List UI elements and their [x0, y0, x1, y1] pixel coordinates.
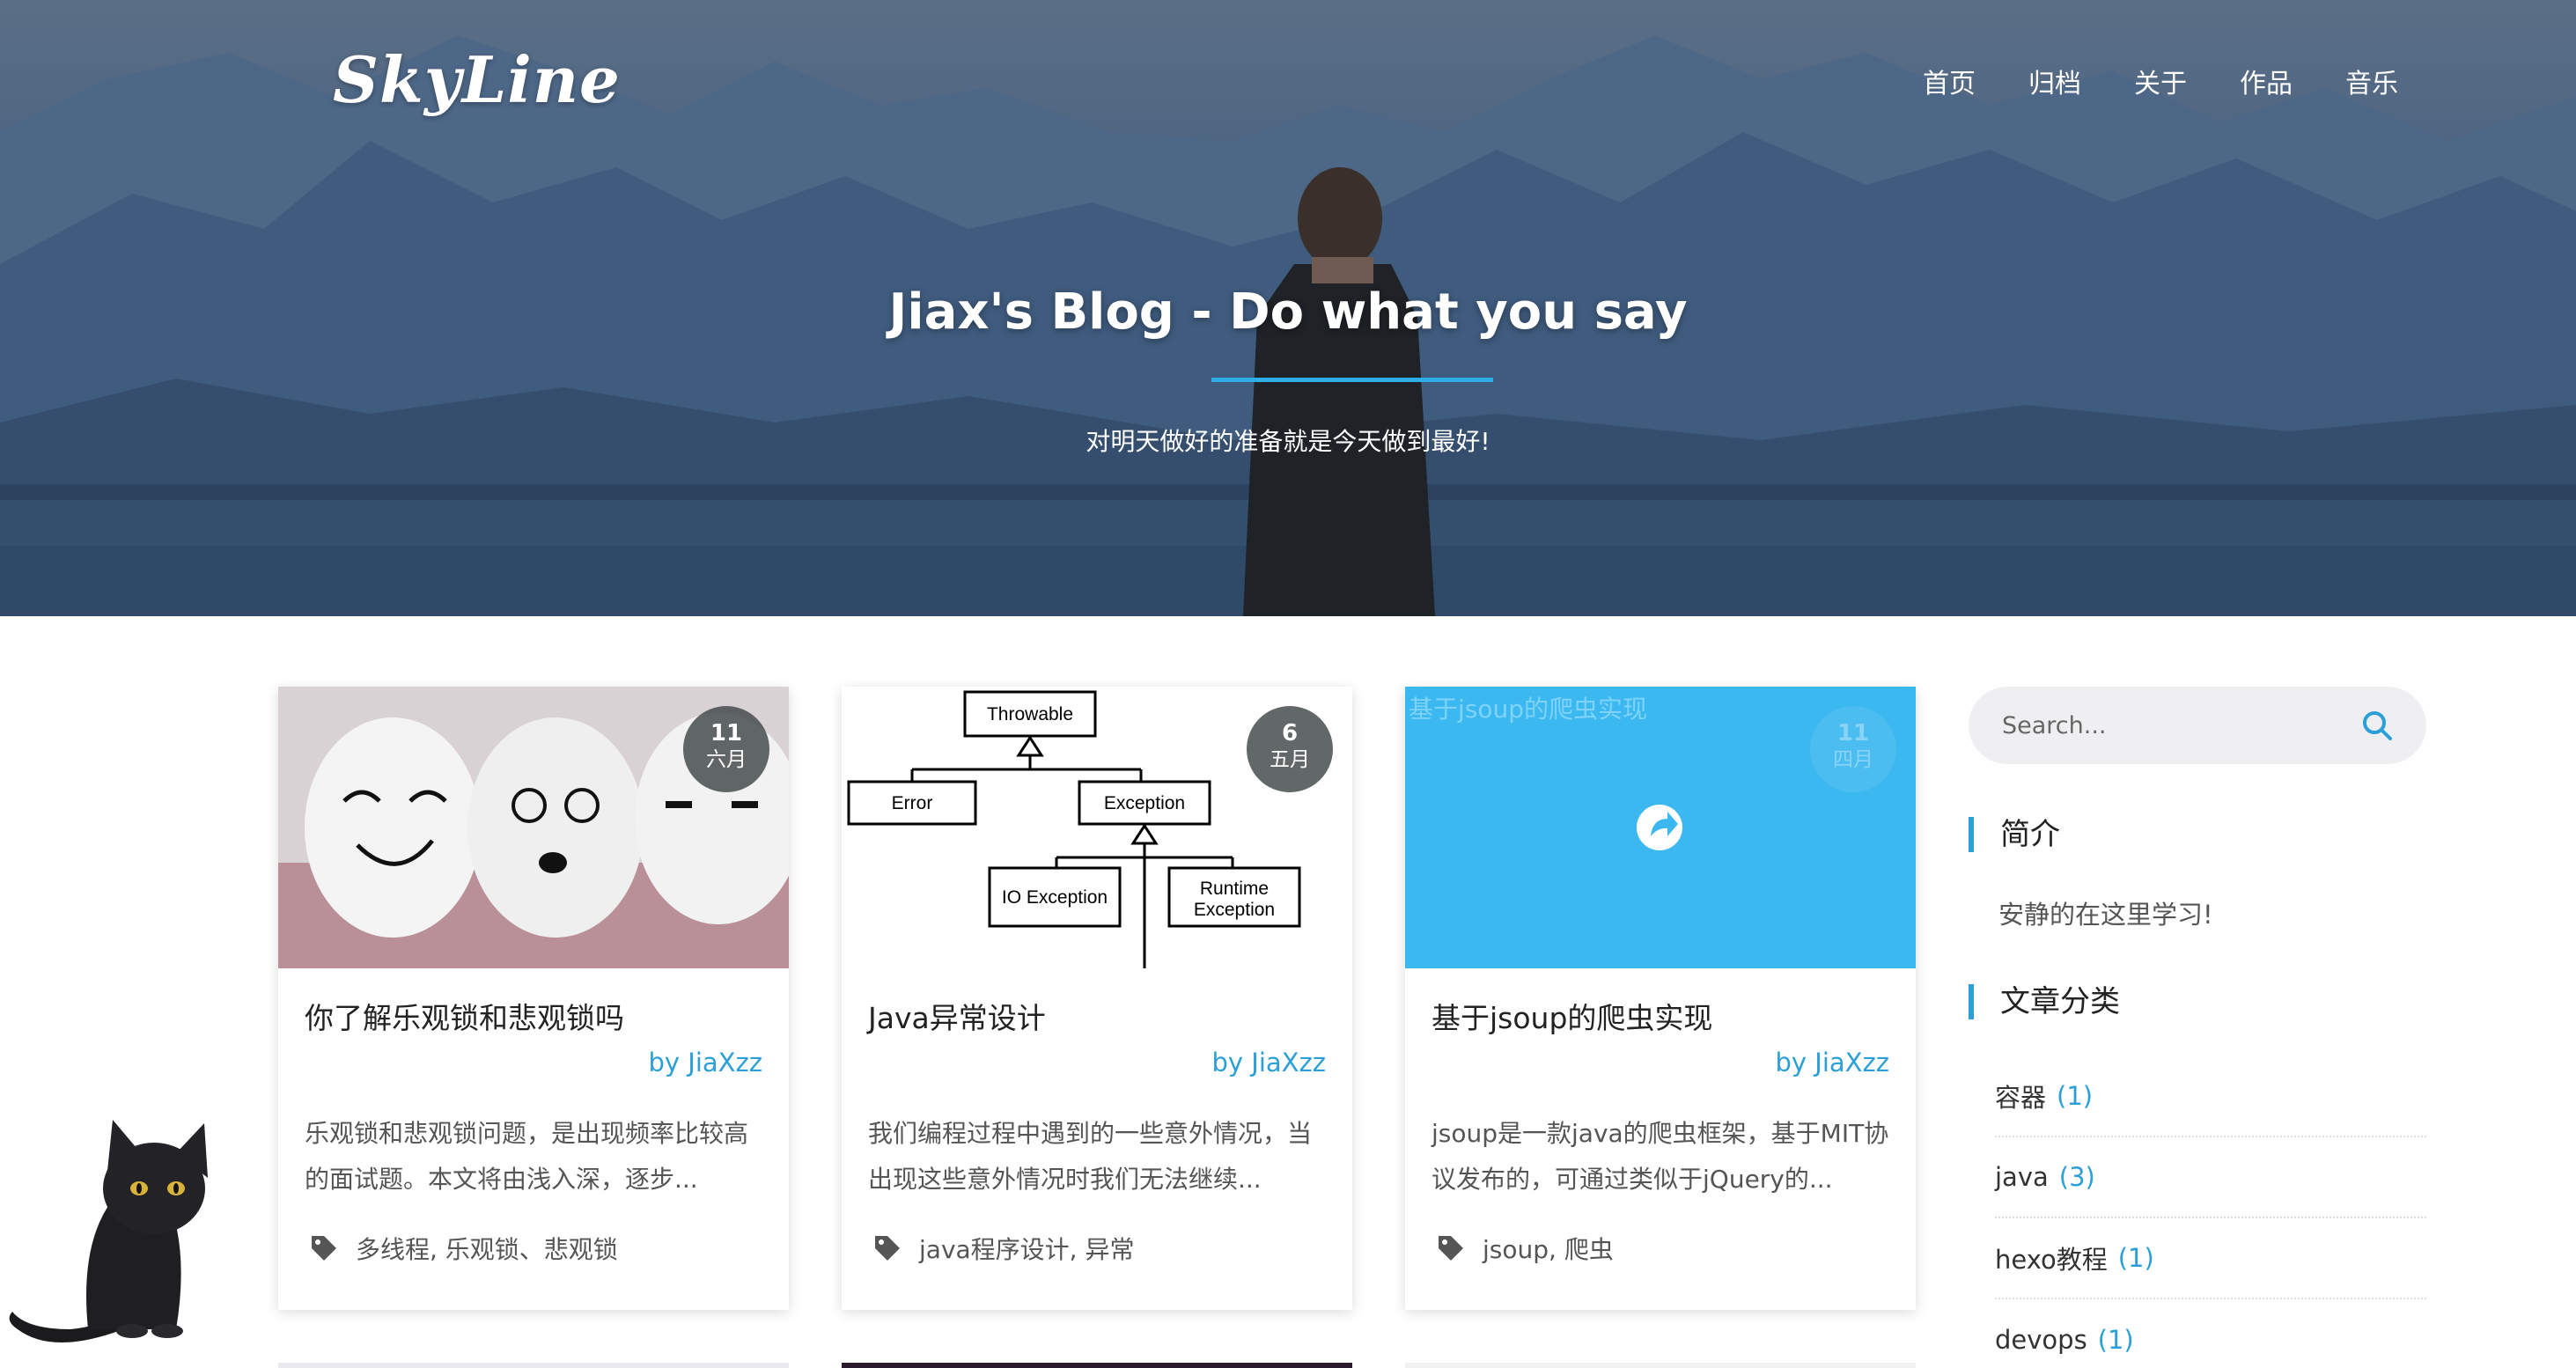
- category-item[interactable]: devops (1): [1995, 1299, 2426, 1368]
- post-excerpt: jsoup是一款java的爬虫框架，基于MIT协议发布的，可通过类似于jQuer…: [1432, 1119, 1889, 1194]
- diagram-runtime-exception: Exception: [1194, 900, 1275, 920]
- category-name[interactable]: 容器: [1995, 1077, 2046, 1114]
- next-post-card[interactable]: [842, 1363, 1352, 1368]
- post-day: 6: [1281, 720, 1299, 747]
- post-tags: java程序设计, 异常: [873, 1231, 1134, 1266]
- post-date-badge: 11 六月: [683, 706, 769, 792]
- post-excerpt: 我们编程过程中遇到的一些意外情况，当出现这些意外情况时我们无法继续...: [868, 1119, 1313, 1194]
- post-excerpt: 乐观锁和悲观锁问题，是出现频率比较高的面试题。本文将由浅入深，逐步...: [305, 1119, 749, 1194]
- category-item[interactable]: 容器 (1): [1995, 1056, 2426, 1137]
- post-author[interactable]: by JiaXzz: [1776, 1048, 1889, 1077]
- post-author[interactable]: by JiaXzz: [1212, 1048, 1326, 1077]
- post-tags: 多线程, 乐观锁、悲观锁: [310, 1231, 618, 1266]
- category-name[interactable]: hexo教程: [1995, 1239, 2108, 1276]
- post-date-badge: 6 五月: [1247, 706, 1333, 792]
- nav-item-home[interactable]: 首页: [1923, 62, 1976, 100]
- category-count: (1): [2097, 1325, 2134, 1355]
- hero-title: Jiax's Blog - Do what you say: [888, 283, 1688, 341]
- nav-item-works[interactable]: 作品: [2240, 62, 2293, 100]
- post-month: 四月: [1833, 748, 1873, 771]
- category-list: 容器 (1) java (3) hexo教程 (1) devops (1): [1995, 1056, 2426, 1368]
- post-tag-list[interactable]: java程序设计, 异常: [919, 1231, 1134, 1266]
- post-tag-list[interactable]: 多线程, 乐观锁、悲观锁: [356, 1231, 618, 1266]
- post-card[interactable]: Throwable Error Exception IO Exception R…: [842, 687, 1352, 1310]
- category-count: (3): [2058, 1162, 2095, 1192]
- intro-widget-title: 简介: [1969, 817, 2060, 852]
- diagram-throwable: Throwable: [987, 704, 1073, 724]
- next-post-card[interactable]: [278, 1363, 789, 1368]
- tag-icon: [1439, 1236, 1463, 1261]
- search-input[interactable]: [2002, 711, 2361, 739]
- diagram-runtime: Runtime: [1200, 879, 1269, 899]
- hero-subtitle: 对明天做好的准备就是今天做到最好!: [1086, 427, 1490, 456]
- post-month: 五月: [1270, 748, 1310, 771]
- post-day: 11: [710, 720, 743, 747]
- nav-item-archive[interactable]: 归档: [2028, 62, 2081, 100]
- nav-item-music[interactable]: 音乐: [2345, 62, 2398, 100]
- diagram-exception: Exception: [1104, 793, 1185, 813]
- next-post-card[interactable]: [1405, 1363, 1916, 1368]
- category-item[interactable]: java (3): [1995, 1137, 2426, 1218]
- post-title[interactable]: 基于jsoup的爬虫实现: [1432, 995, 1712, 1037]
- tag-icon: [312, 1236, 336, 1261]
- search-icon[interactable]: [2361, 710, 2393, 741]
- post-tags: jsoup, 爬虫: [1437, 1231, 1614, 1266]
- cat-mascot[interactable]: [0, 1065, 247, 1368]
- post-day: 11: [1836, 720, 1870, 747]
- diagram-io-exception: IO Exception: [1002, 887, 1108, 908]
- category-name[interactable]: devops: [1995, 1325, 2087, 1355]
- post-title[interactable]: 你了解乐观锁和悲观锁吗: [305, 995, 624, 1037]
- category-count: (1): [2117, 1243, 2154, 1273]
- category-item[interactable]: hexo教程 (1): [1995, 1218, 2426, 1299]
- main-nav: 首页 归档 关于 作品 音乐: [1870, 62, 2398, 100]
- nav-item-about[interactable]: 关于: [2134, 62, 2187, 100]
- category-count: (1): [2057, 1081, 2094, 1111]
- post-thumbnail[interactable]: 基于jsoup的爬虫实现 11 四月: [1405, 687, 1916, 968]
- brand-logo[interactable]: SkyLine: [333, 42, 621, 117]
- post-thumbnail[interactable]: Throwable Error Exception IO Exception R…: [842, 687, 1352, 968]
- post-tag-list[interactable]: jsoup, 爬虫: [1483, 1231, 1614, 1266]
- post-thumbnail[interactable]: 11 六月: [278, 687, 789, 968]
- post-card[interactable]: 11 六月 你了解乐观锁和悲观锁吗 by JiaXzz 乐观锁和悲观锁问题，是出…: [278, 687, 789, 1310]
- post-date-badge: 11 四月: [1810, 706, 1896, 792]
- diagram-error: Error: [892, 793, 933, 813]
- category-name[interactable]: java: [1995, 1162, 2049, 1192]
- post-author[interactable]: by JiaXzz: [649, 1048, 762, 1077]
- hero-banner: SkyLine 首页 归档 关于 作品 音乐 Jiax's Blog - Do …: [0, 0, 2576, 616]
- hero-divider: [1211, 378, 1493, 382]
- post-month: 六月: [706, 748, 747, 771]
- intro-widget-text: 安静的在这里学习!: [1998, 900, 2213, 930]
- tag-icon: [875, 1236, 900, 1261]
- post-title[interactable]: Java异常设计: [868, 995, 1046, 1037]
- post-card[interactable]: 基于jsoup的爬虫实现 11 四月 基于jsoup的爬虫实现 by JiaXz…: [1405, 687, 1916, 1310]
- search-box[interactable]: [1969, 687, 2426, 764]
- categories-widget-title: 文章分类: [1969, 984, 2120, 1019]
